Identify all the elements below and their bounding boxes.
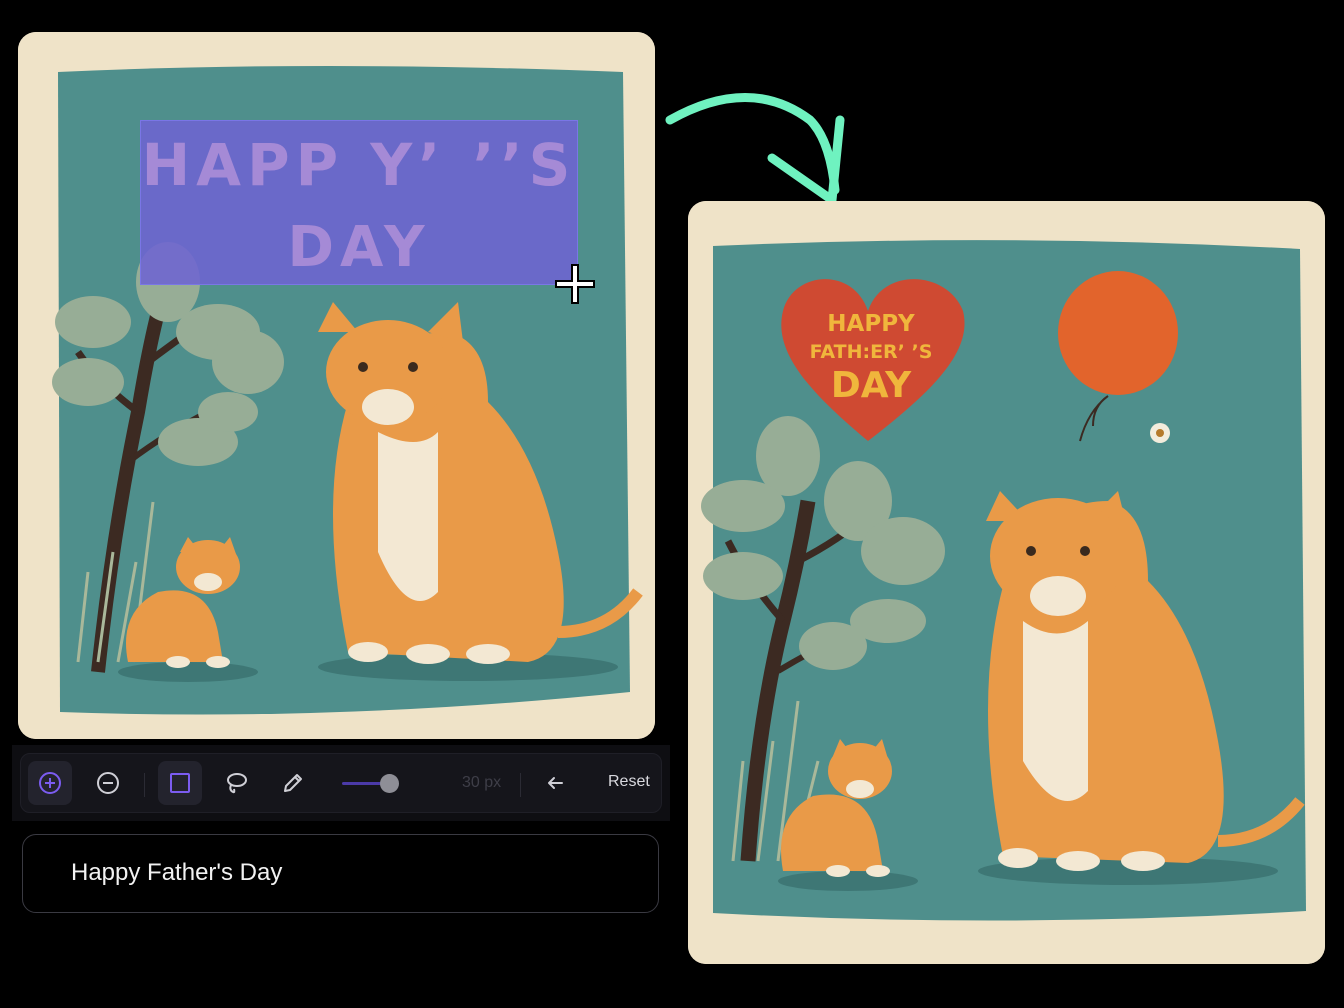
brush-size-label: 30 px: [462, 774, 502, 791]
subtract-mask-button[interactable]: [86, 761, 130, 805]
prompt-input[interactable]: Happy Father's Day: [22, 834, 659, 913]
curved-arrow-icon: [665, 93, 845, 205]
result-illustration: HAPPY FATH:ER’ ’S DAY: [688, 201, 1325, 964]
add-icon: [39, 772, 61, 794]
mask-toolbar: 30 px Reset: [12, 745, 670, 821]
subtract-icon: [97, 772, 119, 794]
prompt-input-value: Happy Father's Day: [71, 859, 283, 886]
result-image-card: HAPPY FATH:ER’ ’S DAY: [688, 201, 1325, 964]
rectangle-tool-button[interactable]: [158, 761, 202, 805]
selection-text-line1: HAPP Y’ ’’S: [141, 131, 577, 199]
brush-size-slider-thumb[interactable]: [380, 774, 399, 793]
original-image-card: HAPP Y’ ’’S DAY: [18, 32, 655, 739]
heart-text-line2: FATH:ER’ ’S: [810, 341, 933, 363]
undo-button[interactable]: [534, 761, 578, 805]
reset-button[interactable]: Reset: [608, 773, 650, 791]
mask-selection-rectangle[interactable]: HAPP Y’ ’’S DAY: [140, 120, 578, 285]
add-mask-button[interactable]: [28, 761, 72, 805]
pencil-icon: [284, 774, 302, 792]
lasso-tool-button[interactable]: [214, 761, 258, 805]
heart-text-line1: HAPPY: [827, 311, 915, 337]
heart-text-line3: DAY: [831, 365, 912, 406]
pencil-tool-button[interactable]: [271, 761, 315, 805]
rectangle-icon: [170, 773, 190, 793]
undo-icon: [548, 777, 563, 789]
toolbar-divider: [144, 773, 145, 797]
lasso-icon: [227, 773, 247, 794]
crosshair-cursor-icon: [555, 264, 595, 304]
selection-text-line2: DAY: [287, 215, 431, 280]
toolbar-divider: [520, 773, 521, 797]
